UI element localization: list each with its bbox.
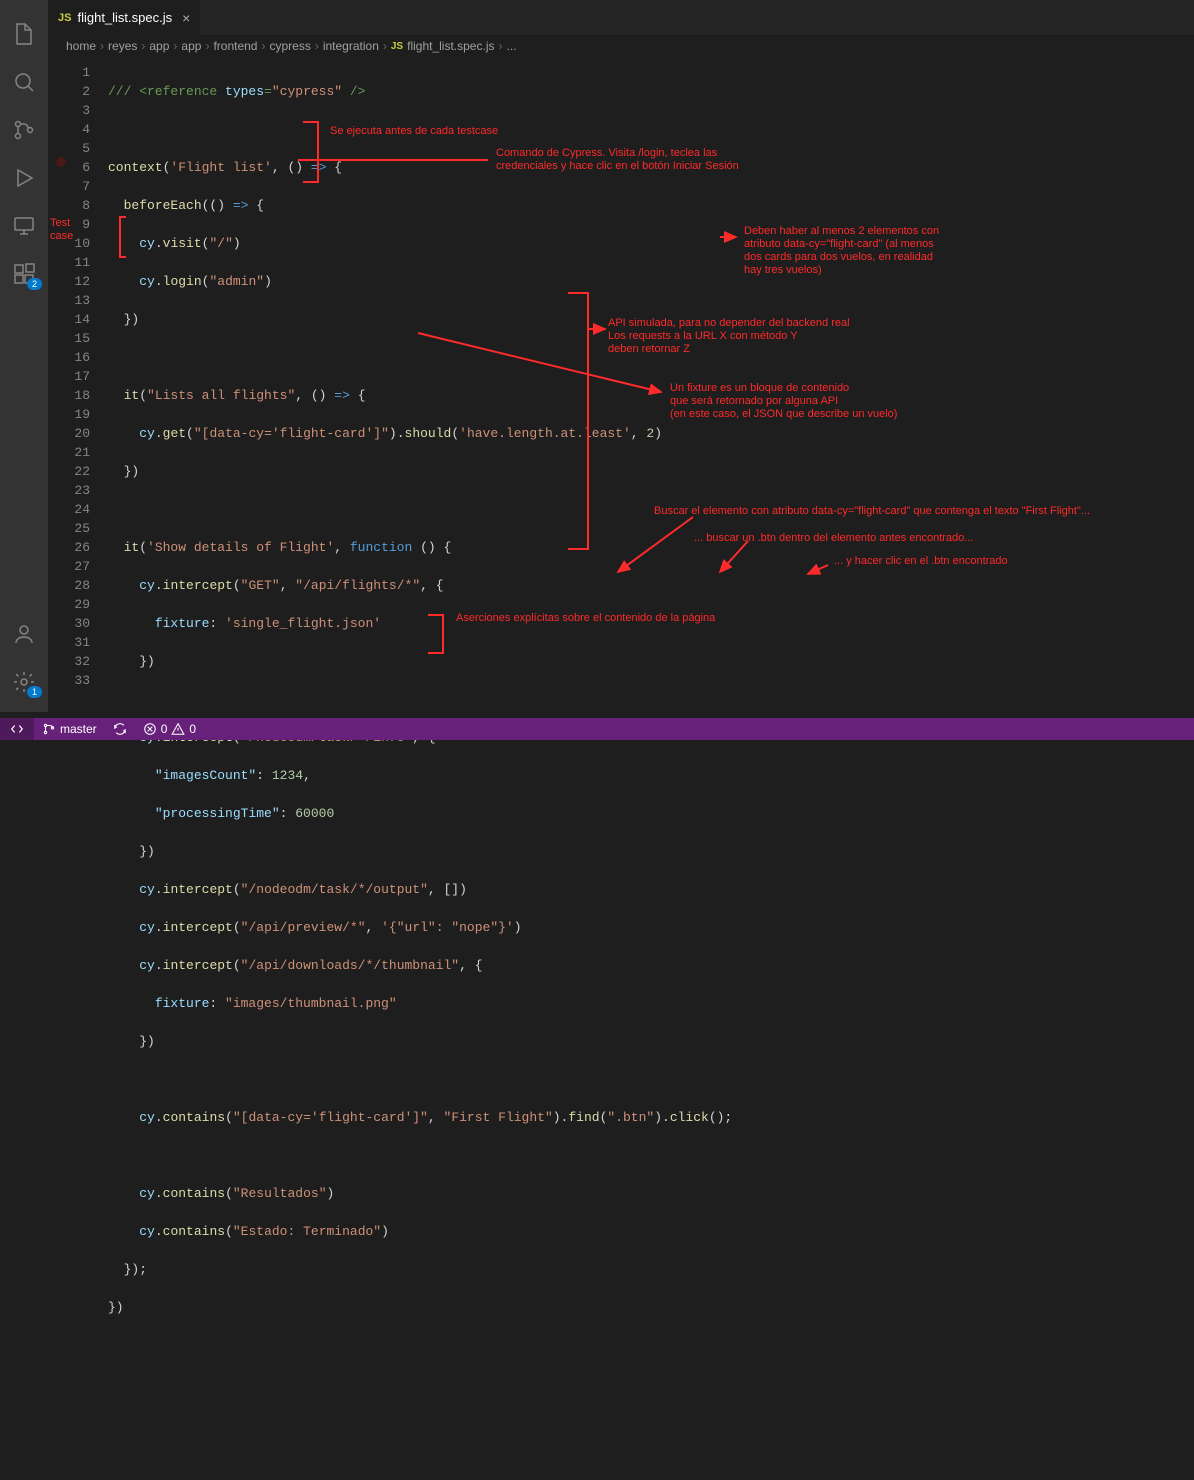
status-bar: master 0 0 [0, 718, 1194, 740]
code-area[interactable]: /// <reference types="cypress" /> contex… [108, 57, 1194, 712]
search-icon[interactable] [0, 58, 48, 106]
run-debug-icon[interactable] [0, 154, 48, 202]
close-tab-icon[interactable]: × [182, 10, 190, 26]
annot-contains1: Buscar el elemento con atributo data-cy=… [654, 505, 1090, 518]
editor-tabs: JS flight_list.spec.js × [48, 0, 1194, 35]
settings-gear-icon[interactable]: 1 [0, 658, 48, 706]
crumb[interactable]: flight_list.spec.js [407, 39, 494, 53]
annot-login: Comando de Cypress. Visita /login, tecle… [496, 147, 739, 173]
crumb[interactable]: frontend [213, 39, 257, 53]
annot-fixture: Un fixture es un bloque de contenido que… [670, 382, 897, 421]
annot-atleast: Deben haber al menos 2 elementos con atr… [744, 225, 939, 277]
activity-bar: 2 1 [0, 0, 48, 712]
tab-flight-list-spec[interactable]: JS flight_list.spec.js × [48, 0, 201, 35]
crumb[interactable]: reyes [108, 39, 137, 53]
annot-api: API simulada, para no depender del backe… [608, 317, 850, 356]
crumb[interactable]: ... [506, 39, 516, 53]
extensions-badge: 2 [27, 278, 42, 290]
git-branch[interactable]: master [34, 722, 105, 736]
crumb[interactable]: app [149, 39, 169, 53]
js-file-icon: JS [58, 12, 71, 24]
crumb[interactable]: home [66, 39, 96, 53]
accounts-icon[interactable] [0, 610, 48, 658]
annot-before: Se ejecuta antes de cada testcase [330, 125, 498, 138]
annot-click: ... y hacer clic en el .btn encontrado [834, 555, 1008, 568]
branch-name: master [60, 722, 97, 736]
annot-testcase: Test case [50, 217, 73, 243]
source-control-icon[interactable] [0, 106, 48, 154]
problems[interactable]: 0 0 [135, 722, 204, 736]
annot-find: ... buscar un .btn dentro del elemento a… [694, 532, 973, 545]
editor[interactable]: 12345678910 11121314151617181920 2122232… [48, 57, 1194, 712]
annot-assert: Aserciones explícitas sobre el contenido… [456, 612, 715, 625]
remote-indicator[interactable] [0, 718, 34, 740]
sync-icon[interactable] [105, 722, 135, 736]
crumb[interactable]: cypress [269, 39, 310, 53]
explorer-icon[interactable] [0, 10, 48, 58]
crumb[interactable]: app [181, 39, 201, 53]
breadcrumbs[interactable]: home› reyes› app› app› frontend› cypress… [48, 35, 1194, 57]
crumb[interactable]: integration [323, 39, 379, 53]
settings-badge: 1 [27, 686, 42, 698]
breakpoint-indicator[interactable] [56, 157, 66, 167]
extensions-icon[interactable]: 2 [0, 250, 48, 298]
js-file-icon: JS [391, 41, 403, 52]
line-numbers: 12345678910 11121314151617181920 2122232… [48, 57, 108, 712]
remote-explorer-icon[interactable] [0, 202, 48, 250]
tab-label: flight_list.spec.js [77, 10, 172, 25]
